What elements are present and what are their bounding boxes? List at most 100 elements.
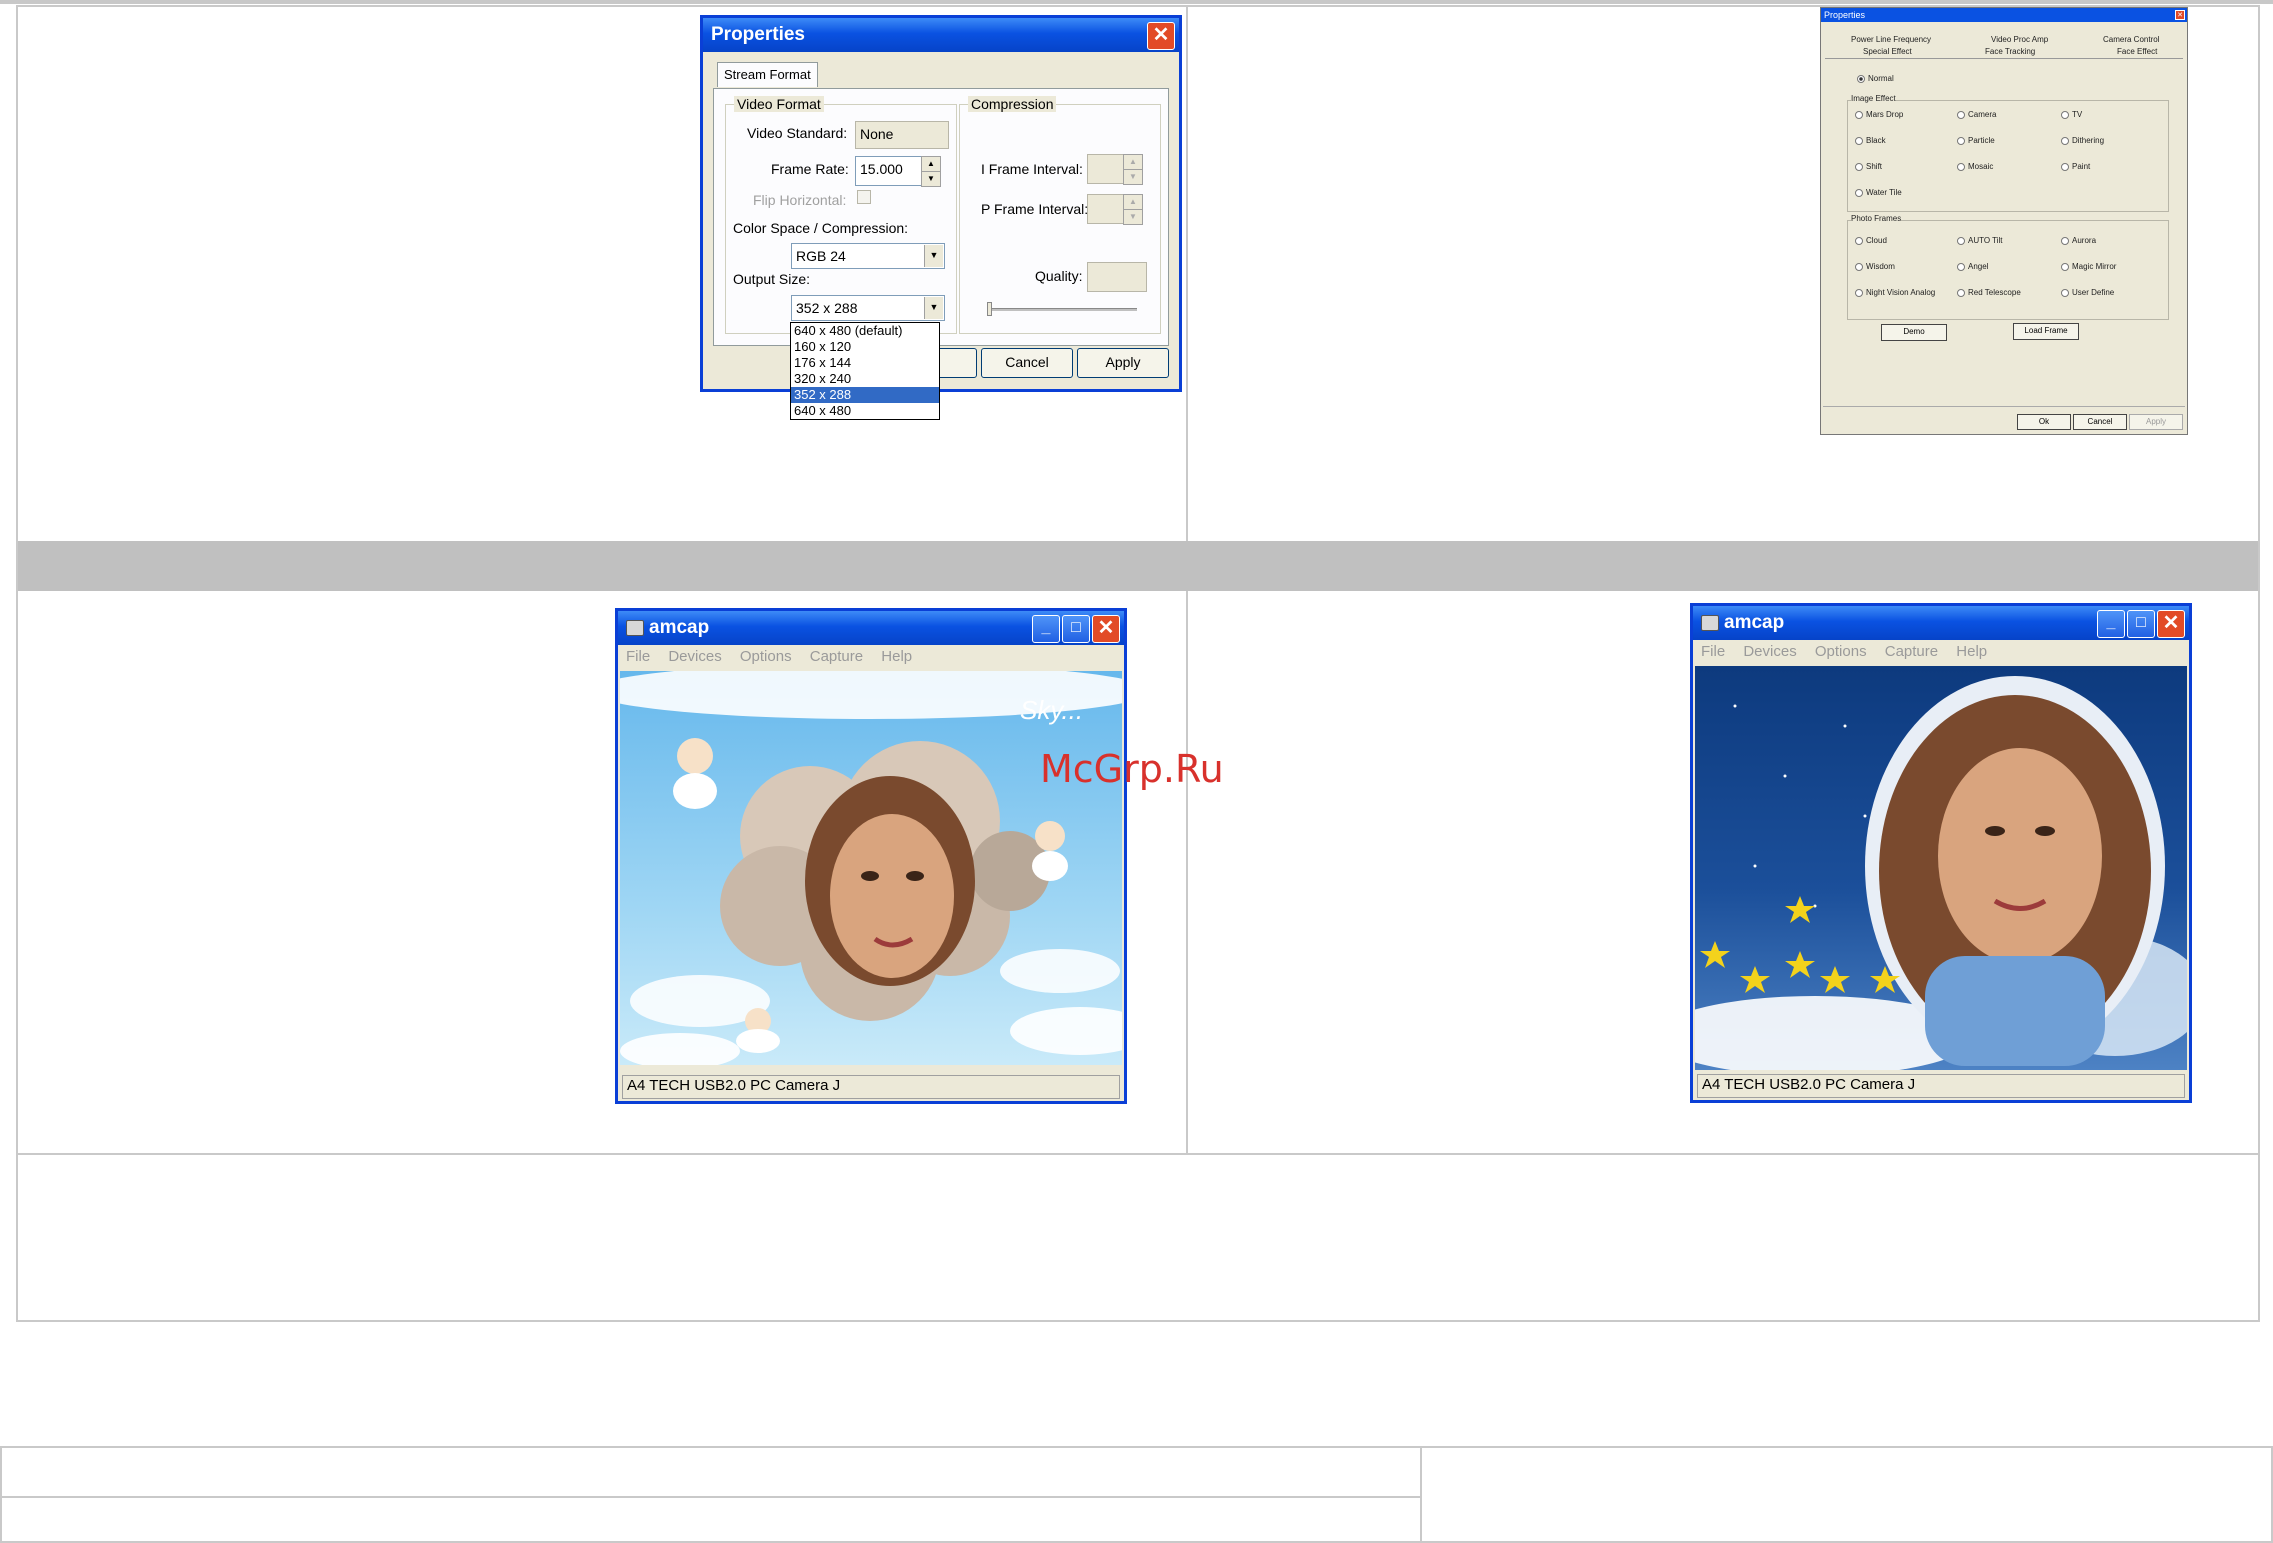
frame-rate-down-button[interactable]: ▼: [921, 171, 941, 187]
tab-stream-format[interactable]: Stream Format: [717, 62, 818, 87]
color-space-select[interactable]: RGB 24 ▼: [791, 243, 945, 269]
tab-face-effect[interactable]: Face Effect: [2117, 47, 2157, 56]
close-icon[interactable]: ✕: [1092, 615, 1120, 643]
effect-radio-option[interactable]: Night Vision Analog: [1855, 288, 1935, 297]
quality-slider-thumb[interactable]: [987, 302, 992, 316]
i-frame-input[interactable]: [1087, 154, 1127, 184]
effect-radio-option[interactable]: Black: [1855, 136, 1886, 145]
minimize-icon[interactable]: _: [2097, 610, 2125, 638]
cancel-button[interactable]: Cancel: [981, 348, 1073, 378]
radio-icon: [2061, 162, 2069, 171]
i-frame-up-button[interactable]: ▲: [1123, 154, 1143, 170]
output-size-option[interactable]: 352 x 288: [791, 387, 939, 403]
output-size-option[interactable]: 176 x 144: [791, 355, 939, 371]
effect-radio-option[interactable]: Red Telescope: [1957, 288, 2021, 297]
sky-caption: Sky...: [1020, 695, 1084, 725]
p-frame-up-button[interactable]: ▲: [1123, 194, 1143, 210]
tab-camera-control[interactable]: Camera Control: [2103, 35, 2159, 44]
effect-radio-option[interactable]: Angel: [1957, 262, 1988, 271]
close-icon[interactable]: ✕: [2157, 610, 2185, 638]
effect-radio-option[interactable]: User Define: [2061, 288, 2114, 297]
menu-options[interactable]: Options: [1815, 643, 1867, 660]
amcap-window-sky: amcap _ □ ✕ File Devices Options Capture…: [615, 608, 1127, 1104]
video-preview-sky: Sky...: [620, 671, 1122, 1065]
menu-devices[interactable]: Devices: [668, 648, 721, 665]
output-size-option[interactable]: 160 x 120: [791, 339, 939, 355]
menu-file[interactable]: File: [1701, 643, 1725, 660]
effect-radio-option[interactable]: Mars Drop: [1855, 110, 1903, 119]
effect-radio-option[interactable]: Wisdom: [1855, 262, 1895, 271]
minimize-icon[interactable]: _: [1032, 615, 1060, 643]
output-size-option[interactable]: 640 x 480: [791, 403, 939, 419]
effect-radio-option[interactable]: Water Tile: [1855, 188, 1902, 197]
maximize-icon[interactable]: □: [2127, 610, 2155, 638]
effect-radio-option[interactable]: Dithering: [2061, 136, 2104, 145]
output-size-option[interactable]: 320 x 240: [791, 371, 939, 387]
bottom-table: [0, 1446, 2273, 1543]
p-frame-down-button[interactable]: ▼: [1123, 209, 1143, 225]
radio-icon: [1855, 262, 1863, 271]
menu-file[interactable]: File: [626, 648, 650, 665]
menu-help[interactable]: Help: [1956, 643, 1987, 660]
effects-dialog-titlebar: Properties: [1821, 8, 2187, 22]
quality-slider-track[interactable]: [987, 308, 1137, 311]
quality-label: Quality:: [1035, 268, 1083, 284]
i-frame-down-button[interactable]: ▼: [1123, 169, 1143, 185]
maximize-icon[interactable]: □: [1062, 615, 1090, 643]
radio-icon: [1855, 188, 1863, 197]
demo-button[interactable]: Demo: [1881, 324, 1947, 341]
output-size-option[interactable]: 640 x 480 (default): [791, 323, 939, 339]
effect-radio-label: Black: [1866, 136, 1886, 145]
radio-icon: [2061, 110, 2069, 119]
effect-radio-option[interactable]: Magic Mirror: [2061, 262, 2116, 271]
cancel-button[interactable]: Cancel: [2073, 414, 2127, 430]
menu-capture[interactable]: Capture: [1885, 643, 1938, 660]
output-size-dropdown-list[interactable]: 640 x 480 (default) 160 x 120 176 x 144 320…: [790, 322, 940, 420]
radio-normal[interactable]: Normal: [1857, 74, 1894, 83]
effect-radio-option[interactable]: Shift: [1855, 162, 1882, 171]
flip-horizontal-label: Flip Horizontal:: [753, 192, 847, 208]
effect-radio-label: Paint: [2072, 162, 2091, 171]
close-icon[interactable]: ✕: [2175, 10, 2185, 20]
output-size-select[interactable]: 352 x 288 ▼: [791, 295, 945, 321]
chevron-down-icon[interactable]: ▼: [924, 245, 943, 267]
chevron-down-icon[interactable]: ▼: [924, 297, 943, 319]
tab-power-line-frequency[interactable]: Power Line Frequency: [1851, 35, 1931, 44]
effect-radio-label: Camera: [1968, 110, 1997, 119]
dialog-titlebar: Properties: [703, 18, 1179, 52]
menu-devices[interactable]: Devices: [1743, 643, 1796, 660]
effect-radio-option[interactable]: AUTO Tilt: [1957, 236, 2003, 245]
p-frame-input[interactable]: [1087, 194, 1127, 224]
amcap-title: amcap: [1724, 612, 1785, 633]
i-frame-label: I Frame Interval:: [981, 161, 1083, 177]
frame-rate-input[interactable]: 15.000: [855, 156, 925, 186]
photo-frames-group-label: Photo Frames: [1851, 214, 1902, 223]
effect-radio-option[interactable]: Cloud: [1855, 236, 1887, 245]
effect-radio-label: Mars Drop: [1866, 110, 1904, 119]
apply-button[interactable]: Apply: [2129, 414, 2183, 430]
radio-icon: [1957, 262, 1965, 271]
effect-radio-option[interactable]: Camera: [1957, 110, 1996, 119]
flip-horizontal-checkbox[interactable]: [857, 190, 871, 204]
video-standard-field[interactable]: None: [855, 121, 949, 149]
quality-input[interactable]: [1087, 262, 1147, 292]
effect-radio-option[interactable]: Aurora: [2061, 236, 2096, 245]
frame-rate-up-button[interactable]: ▲: [921, 156, 941, 172]
effect-radio-option[interactable]: Particle: [1957, 136, 1995, 145]
radio-icon: [2061, 288, 2069, 297]
effect-radio-option[interactable]: Mosaic: [1957, 162, 1993, 171]
ok-button[interactable]: Ok: [2017, 414, 2071, 430]
menu-help[interactable]: Help: [881, 648, 912, 665]
load-frame-button[interactable]: Load Frame: [2013, 323, 2079, 340]
effect-radio-option[interactable]: TV: [2061, 110, 2082, 119]
menu-options[interactable]: Options: [740, 648, 792, 665]
color-space-label: Color Space / Compression:: [733, 220, 909, 236]
tab-video-proc-amp[interactable]: Video Proc Amp: [1991, 35, 2048, 44]
tab-face-tracking[interactable]: Face Tracking: [1985, 47, 2035, 56]
effect-radio-option[interactable]: Paint: [2061, 162, 2090, 171]
amcap-menubar: File Devices Options Capture Help: [1693, 640, 2189, 664]
tab-special-effect[interactable]: Special Effect: [1863, 47, 1912, 56]
menu-capture[interactable]: Capture: [810, 648, 863, 665]
close-icon[interactable]: ✕: [1147, 22, 1175, 50]
apply-button[interactable]: Apply: [1077, 348, 1169, 378]
